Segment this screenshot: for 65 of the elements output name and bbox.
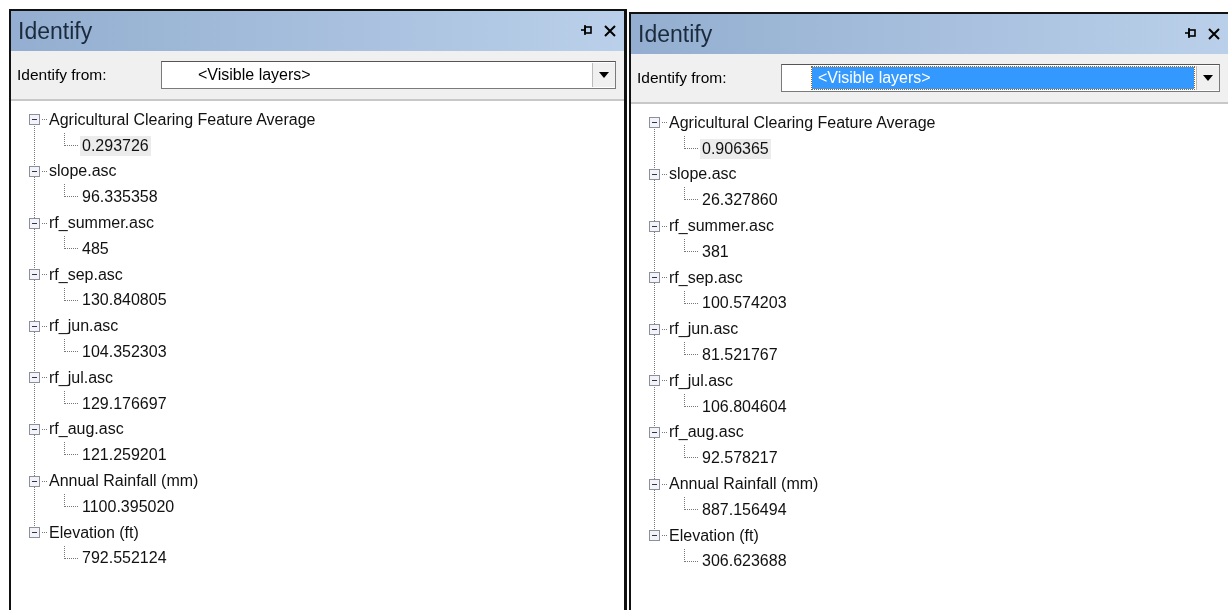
layer-name[interactable]: slope.asc — [49, 162, 117, 181]
pixel-value[interactable]: 306.623688 — [700, 551, 789, 572]
window-title: Identify — [18, 17, 93, 45]
layer-name[interactable]: slope.asc — [669, 165, 737, 184]
pixel-value[interactable]: 129.176697 — [80, 393, 169, 414]
collapse-toggle-icon[interactable] — [29, 423, 40, 435]
collapse-toggle-icon[interactable] — [29, 114, 40, 126]
collapse-toggle-icon[interactable] — [649, 478, 660, 490]
collapse-toggle-icon[interactable] — [29, 166, 40, 177]
pixel-value[interactable]: 96.335358 — [80, 187, 160, 208]
identify-from-label: Identify from: — [17, 66, 108, 84]
pixel-value[interactable]: 0.293726 — [80, 135, 151, 156]
pixel-value[interactable]: 381 — [700, 241, 731, 262]
layer-name[interactable]: rf_jun.asc — [669, 320, 739, 339]
collapse-toggle-icon[interactable] — [649, 117, 660, 129]
collapse-toggle-icon[interactable] — [29, 527, 40, 539]
layer-dropdown[interactable]: <Visible layers> — [161, 61, 616, 89]
pixel-value[interactable]: 130.840805 — [80, 290, 169, 311]
collapse-toggle-icon[interactable] — [29, 372, 40, 384]
pixel-value[interactable]: 100.574203 — [700, 293, 789, 314]
pin-icon[interactable] — [1184, 28, 1198, 40]
window-title: Identify — [638, 20, 713, 48]
layer-name[interactable]: rf_sep.asc — [49, 265, 123, 284]
pixel-value[interactable]: 1100.395020 — [80, 496, 177, 517]
layer-name[interactable]: rf_jul.asc — [669, 371, 734, 390]
pixel-value[interactable]: 106.804604 — [700, 396, 789, 417]
layer-name[interactable]: rf_jun.asc — [49, 317, 119, 336]
layer-name[interactable]: rf_summer.asc — [669, 217, 774, 236]
collapse-toggle-icon[interactable] — [29, 475, 40, 487]
close-icon[interactable] — [1208, 28, 1220, 40]
collapse-toggle-icon[interactable] — [649, 426, 660, 438]
pixel-value[interactable]: 92.578217 — [700, 448, 780, 469]
collapse-toggle-icon[interactable] — [29, 269, 40, 281]
collapse-toggle-icon[interactable] — [649, 530, 660, 542]
collapse-toggle-icon[interactable] — [649, 220, 660, 232]
collapse-toggle-icon[interactable] — [29, 217, 40, 229]
close-icon[interactable] — [604, 25, 616, 37]
pixel-value[interactable]: 104.352303 — [80, 342, 169, 363]
dropdown-arrow-icon[interactable] — [599, 72, 609, 78]
pixel-value[interactable]: 792.552124 — [80, 548, 169, 569]
pixel-value[interactable]: 26.327860 — [700, 190, 780, 211]
layer-name[interactable]: Agricultural Clearing Feature Average — [49, 110, 316, 129]
layer-name[interactable]: Elevation (ft) — [669, 526, 759, 545]
pixel-value[interactable]: 0.906365 — [700, 138, 771, 159]
dropdown-arrow-icon[interactable] — [1203, 75, 1213, 81]
pixel-value[interactable]: 887.156494 — [700, 499, 789, 520]
layer-name[interactable]: rf_aug.asc — [49, 420, 124, 439]
collapse-toggle-icon[interactable] — [29, 320, 40, 332]
pixel-value[interactable]: 485 — [80, 238, 111, 259]
collapse-toggle-icon[interactable] — [649, 323, 660, 335]
layer-name[interactable]: Annual Rainfall (mm) — [669, 475, 819, 494]
pixel-value[interactable]: 121.259201 — [80, 445, 169, 466]
layer-name[interactable]: Agricultural Clearing Feature Average — [669, 113, 936, 132]
layer-name[interactable]: rf_jul.asc — [49, 368, 114, 387]
pixel-value[interactable]: 81.521767 — [700, 345, 780, 366]
layer-name[interactable]: Annual Rainfall (mm) — [49, 472, 199, 491]
collapse-toggle-icon[interactable] — [649, 272, 660, 284]
collapse-toggle-icon[interactable] — [649, 375, 660, 387]
layer-name[interactable]: rf_sep.asc — [669, 268, 743, 287]
identify-from-label: Identify from: — [637, 69, 728, 87]
collapse-toggle-icon[interactable] — [649, 169, 660, 180]
pin-icon[interactable] — [580, 25, 594, 37]
layer-name[interactable]: rf_summer.asc — [49, 214, 154, 233]
layer-name[interactable]: rf_aug.asc — [669, 423, 744, 442]
layer-name[interactable]: Elevation (ft) — [49, 523, 139, 542]
